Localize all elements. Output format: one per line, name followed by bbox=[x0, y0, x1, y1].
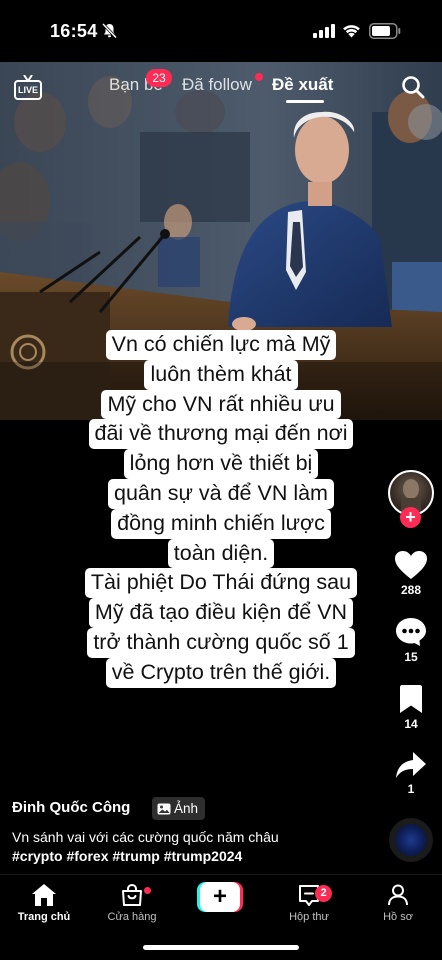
overlay-line: trở thành cường quốc số 1 bbox=[87, 627, 355, 658]
follow-plus-button[interactable]: + bbox=[400, 507, 421, 528]
home-icon bbox=[32, 884, 56, 906]
creator-avatar-button[interactable]: + bbox=[388, 470, 434, 528]
battery-icon bbox=[369, 23, 401, 39]
heart-icon bbox=[395, 551, 427, 579]
music-disc-button[interactable] bbox=[389, 818, 433, 862]
bookmark-icon bbox=[400, 685, 422, 713]
nav-inbox[interactable]: 2 Hộp thư bbox=[269, 883, 349, 923]
nav-shop-label: Cửa hàng bbox=[107, 911, 157, 923]
comment-count: 15 bbox=[404, 650, 418, 664]
following-dot bbox=[255, 73, 263, 81]
nav-home-label: Trang chủ bbox=[17, 911, 71, 923]
overlay-line: Mỹ cho VN rất nhiều ưu bbox=[101, 389, 341, 420]
photo-tag-label: Ảnh bbox=[174, 801, 199, 816]
nav-profile[interactable]: Hồ sơ bbox=[358, 883, 438, 923]
signal-icon bbox=[313, 24, 335, 38]
tab-following[interactable]: Đã follow bbox=[182, 75, 252, 95]
share-button[interactable]: 1 bbox=[388, 751, 434, 796]
post-description: Vn sánh vai với các cường quốc năm châu … bbox=[12, 828, 372, 866]
nav-shop[interactable]: Cửa hàng bbox=[92, 883, 172, 923]
wifi-icon bbox=[343, 25, 360, 38]
profile-icon bbox=[388, 884, 408, 906]
overlay-line: Mỹ đã tạo điều kiện để VN bbox=[88, 598, 354, 628]
overlay-line: về Crypto trên thế giới. bbox=[105, 657, 337, 688]
nav-profile-label: Hồ sơ bbox=[383, 911, 413, 923]
overlay-line: Vn có chiến lực mà Mỹ bbox=[105, 330, 337, 360]
share-count: 1 bbox=[407, 782, 415, 796]
save-button[interactable]: 14 bbox=[388, 684, 434, 731]
tab-for-you[interactable]: Đề xuất bbox=[272, 75, 333, 95]
nav-home[interactable]: Trang chủ bbox=[4, 883, 84, 923]
live-label: LIVE bbox=[14, 80, 42, 100]
overlay-line: đãi về thương mại đến nơi bbox=[88, 419, 354, 450]
status-time: 16:54 bbox=[50, 21, 98, 41]
active-tab-indicator bbox=[286, 100, 324, 103]
like-button[interactable]: 288 bbox=[388, 550, 434, 597]
live-button[interactable]: LIVE bbox=[14, 75, 42, 101]
comment-button[interactable]: 15 bbox=[388, 617, 434, 664]
bell-off-icon bbox=[101, 22, 118, 39]
status-bar: 16:54 bbox=[0, 0, 442, 62]
friends-badge: 23 bbox=[146, 69, 172, 87]
comment-icon bbox=[396, 618, 426, 646]
author-name[interactable]: Đinh Quốc Công bbox=[12, 799, 130, 816]
plus-icon: + bbox=[200, 882, 240, 912]
save-count: 14 bbox=[404, 717, 418, 731]
photo-icon bbox=[157, 803, 171, 815]
share-icon bbox=[396, 752, 426, 778]
hashtags[interactable]: #crypto #forex #trump #trump2024 bbox=[12, 847, 372, 866]
top-nav: LIVE Bạn bè 23 Đã follow Đề xuất bbox=[0, 66, 442, 106]
home-indicator bbox=[143, 945, 299, 950]
overlay-line: Tài phiệt Do Thái đứng sau bbox=[84, 568, 358, 599]
overlay-line: luôn thèm khát bbox=[144, 359, 298, 390]
overlay-caption: Vn có chiến lực mà Mỹ luôn thèm khát Mỹ … bbox=[0, 330, 442, 688]
overlay-line: đồng minh chiến lược bbox=[111, 508, 331, 539]
inbox-badge: 2 bbox=[315, 885, 332, 902]
nav-inbox-label: Hộp thư bbox=[289, 911, 329, 923]
overlay-line: quân sự và để VN làm bbox=[108, 478, 334, 509]
create-button[interactable]: + bbox=[197, 882, 243, 912]
like-count: 288 bbox=[400, 583, 422, 597]
search-icon[interactable] bbox=[401, 75, 425, 99]
shop-dot bbox=[144, 887, 151, 894]
overlay-line: lỏng hơn về thiết bị bbox=[123, 449, 319, 479]
overlay-line: toàn diện. bbox=[167, 538, 275, 569]
shop-icon bbox=[122, 883, 142, 906]
description-text: Vn sánh vai với các cường quốc năm châu bbox=[12, 829, 279, 845]
photo-mode-tag: Ảnh bbox=[152, 797, 206, 820]
